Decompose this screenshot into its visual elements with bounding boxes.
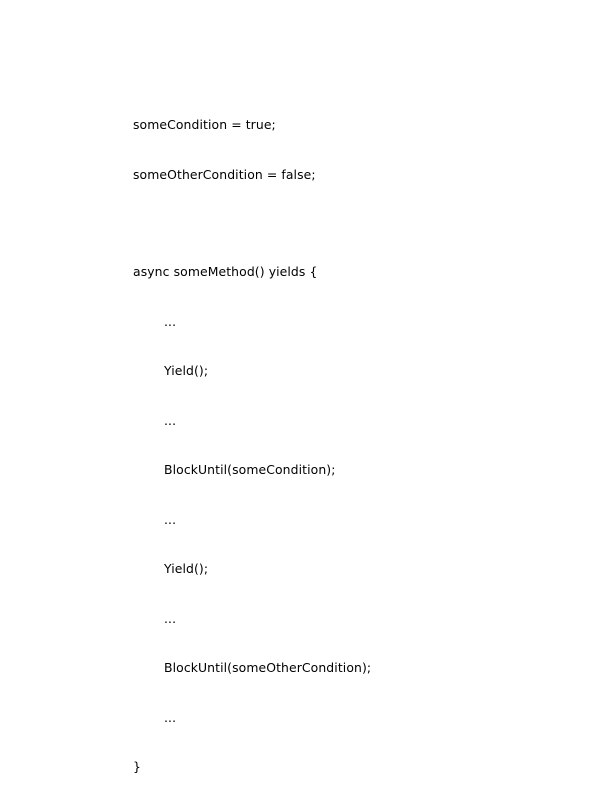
code-snippet: someCondition = true; someOtherCondition… <box>133 84 371 792</box>
code-line-body: Yield(); <box>164 561 209 576</box>
code-line-method-signature: async someMethod() yields { <box>133 264 318 279</box>
code-line-body: ... <box>164 412 177 428</box>
code-line-body: ... <box>164 313 177 329</box>
code-line-closing-brace: } <box>133 759 141 774</box>
code-line-body: ... <box>164 709 177 725</box>
code-line-body: Yield(); <box>164 363 209 378</box>
code-line-declaration: someOtherCondition = false; <box>133 166 316 182</box>
code-line-body: ... <box>164 511 177 527</box>
code-line-body: ... <box>164 610 177 626</box>
code-line-declaration: someCondition = true; <box>133 117 276 132</box>
code-line-body: BlockUntil(someCondition); <box>164 462 336 477</box>
code-line-body: BlockUntil(someOtherCondition); <box>164 660 372 675</box>
